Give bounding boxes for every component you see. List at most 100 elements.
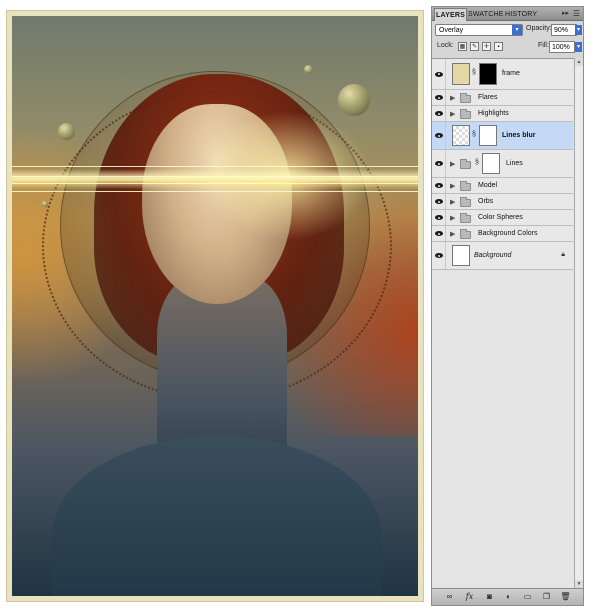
new-layer-icon[interactable]: ❐: [541, 592, 552, 602]
chevron-down-icon: ▾: [512, 25, 522, 35]
fx-icon[interactable]: fx: [464, 592, 475, 602]
eye-icon: [434, 133, 443, 138]
fill-field[interactable]: 100%: [549, 41, 575, 53]
opacity-field[interactable]: 90%: [551, 24, 577, 36]
artwork-image: [12, 16, 418, 596]
lock-label: Lock:: [437, 42, 454, 49]
blend-mode-value: Overlay: [439, 27, 464, 34]
layer-frame[interactable]: § frame: [432, 59, 573, 90]
eye-icon: [434, 183, 443, 188]
flare-band: [12, 169, 418, 189]
layers-list: § frame ▶ Flares ▶ Highlights § Lines bl…: [432, 58, 583, 588]
flare-line: [12, 183, 418, 184]
layer-mask-icon[interactable]: ◙: [484, 592, 495, 602]
blend-row: Overlay ▾ Opacity: 90% ▾: [432, 22, 583, 39]
layer-name: Background Colors: [478, 230, 538, 237]
layer-group-highlights[interactable]: ▶ Highlights: [432, 106, 573, 122]
layer-thumbnail: [452, 63, 470, 85]
folder-icon: [460, 197, 471, 207]
layer-group-model[interactable]: ▶ Model: [432, 178, 573, 194]
eye-icon: [434, 199, 443, 204]
eye-icon: [434, 111, 443, 116]
expand-triangle-icon[interactable]: ▶: [450, 214, 455, 222]
layer-group-orbs[interactable]: ▶ Orbs: [432, 194, 573, 210]
visibility-toggle[interactable]: [432, 90, 446, 105]
expand-triangle-icon[interactable]: ▶: [450, 230, 455, 238]
adjustment-layer-icon[interactable]: ◐: [503, 592, 514, 602]
scroll-down-icon[interactable]: ▼: [575, 580, 583, 588]
visibility-toggle[interactable]: [432, 178, 446, 193]
orb-small: [304, 65, 313, 74]
panel-menu-icon[interactable]: ☰: [573, 9, 580, 19]
layer-name: Background: [474, 252, 512, 259]
eye-icon: [434, 71, 443, 77]
layer-thumbnail: [452, 245, 470, 266]
layer-thumbnail: [452, 125, 470, 146]
mask-thumbnail: [479, 125, 497, 146]
collapse-panel-icon[interactable]: ▸▸: [562, 9, 569, 19]
layer-group-flares[interactable]: ▶ Flares: [432, 90, 573, 106]
folder-icon: [460, 159, 471, 169]
lock-position-icon[interactable]: ✛: [482, 42, 491, 51]
visibility-toggle[interactable]: [432, 210, 446, 225]
flare-line: [12, 176, 418, 177]
tab-swatches[interactable]: SWATCHES: [468, 8, 504, 21]
visibility-toggle[interactable]: [432, 194, 446, 209]
lock-icon: 🔒︎: [561, 251, 565, 258]
layer-name: Color Spheres: [478, 214, 523, 221]
tab-layers[interactable]: LAYERS: [434, 8, 467, 21]
lock-row: Lock: ▦ ✎ ✛ ▪ Fill: 100% ▾: [432, 39, 583, 56]
folder-icon: [460, 213, 471, 223]
layers-scrollbar[interactable]: ▲ ▼: [574, 58, 583, 588]
layers-bottom-toolbar: ∞ fx ◙ ◐ ▭ ❐ 🗑︎: [432, 588, 583, 605]
visibility-toggle[interactable]: [432, 59, 446, 89]
layer-name: frame: [502, 70, 520, 77]
opacity-slider-icon[interactable]: ▾: [575, 25, 582, 35]
visibility-toggle[interactable]: [432, 226, 446, 241]
layer-name: Lines blur: [502, 132, 536, 139]
scroll-up-icon[interactable]: ▲: [575, 58, 583, 66]
layer-name: Lines: [506, 160, 523, 167]
layer-name: Orbs: [478, 198, 494, 205]
expand-triangle-icon[interactable]: ▶: [450, 110, 455, 118]
expand-triangle-icon[interactable]: ▶: [450, 182, 455, 190]
mask-thumbnail: [482, 153, 500, 174]
visibility-toggle[interactable]: [432, 150, 446, 177]
visibility-toggle[interactable]: [432, 242, 446, 269]
visibility-toggle[interactable]: [432, 106, 446, 121]
layer-background[interactable]: Background 🔒︎: [432, 242, 573, 270]
eye-icon: [434, 253, 443, 258]
layers-panel: LAYERS SWATCHES HISTORY ▸▸ ☰ Overlay ▾ O…: [431, 6, 584, 606]
lock-image-icon[interactable]: ✎: [470, 42, 479, 51]
link-layers-icon[interactable]: ∞: [444, 592, 455, 602]
chain-link-icon: §: [472, 69, 476, 76]
fill-slider-icon[interactable]: ▾: [575, 42, 582, 52]
layer-name: Highlights: [478, 110, 509, 117]
document-canvas[interactable]: [6, 10, 424, 602]
panel-tabbar: LAYERS SWATCHES HISTORY ▸▸ ☰: [432, 7, 583, 21]
orb-left: [58, 123, 75, 140]
layer-group-lines[interactable]: ▶ § Lines: [432, 150, 573, 178]
trash-icon[interactable]: 🗑︎: [560, 592, 571, 602]
chain-link-icon: §: [475, 159, 479, 166]
folder-icon: [460, 229, 471, 239]
layer-group-background-colors[interactable]: ▶ Background Colors: [432, 226, 573, 242]
visibility-toggle[interactable]: [432, 122, 446, 149]
layer-lines-blur[interactable]: § Lines blur: [432, 122, 573, 150]
expand-triangle-icon[interactable]: ▶: [450, 160, 455, 168]
model-shoulders: [52, 436, 382, 596]
lock-transparency-icon[interactable]: ▦: [458, 42, 467, 51]
expand-triangle-icon[interactable]: ▶: [450, 94, 455, 102]
opacity-label: Opacity:: [526, 25, 552, 32]
blend-mode-select[interactable]: Overlay ▾: [435, 24, 523, 36]
mask-thumbnail: [479, 63, 497, 85]
layer-name: Flares: [478, 94, 498, 101]
expand-triangle-icon[interactable]: ▶: [450, 198, 455, 206]
lock-all-icon[interactable]: ▪: [494, 42, 503, 51]
new-group-icon[interactable]: ▭: [522, 592, 533, 602]
orb-tiny: [42, 201, 48, 207]
layer-name: Model: [478, 182, 498, 189]
tab-history[interactable]: HISTORY: [505, 8, 537, 21]
flare-line: [12, 166, 418, 167]
layer-group-color-spheres[interactable]: ▶ Color Spheres: [432, 210, 573, 226]
